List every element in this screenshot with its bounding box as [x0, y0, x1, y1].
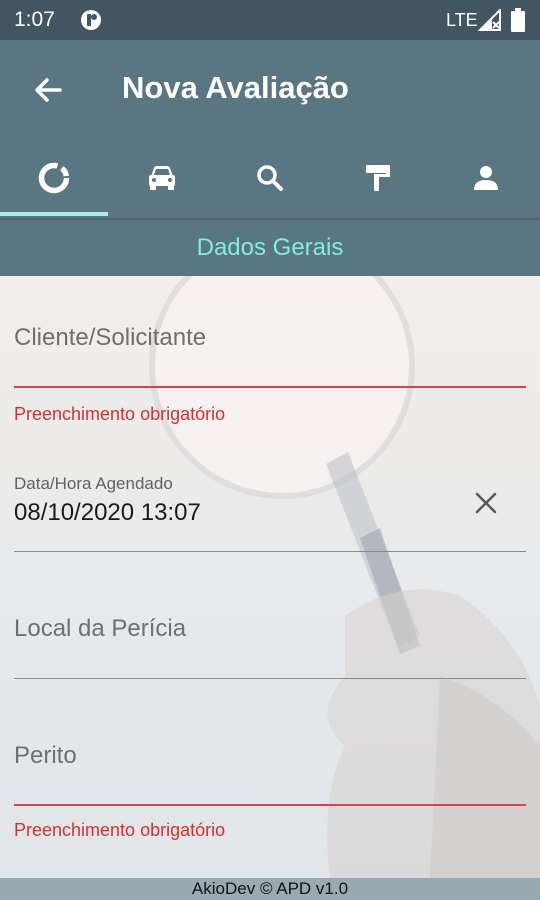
battery-icon: [511, 8, 525, 32]
back-button[interactable]: [26, 68, 70, 112]
signal-icon: [478, 9, 501, 31]
tab-busca[interactable]: [216, 140, 324, 216]
data-hora-value: 08/10/2020 13:07: [14, 499, 201, 526]
data-hora-field[interactable]: Data/Hora Agendado 08/10/2020 13:07: [14, 474, 526, 527]
cliente-underline: [14, 386, 526, 388]
cliente-placeholder: Cliente/Solicitante: [14, 324, 207, 351]
status-time: 1:07: [14, 8, 55, 31]
app-notification-icon: [81, 10, 101, 30]
section-title: Dados Gerais: [196, 234, 344, 261]
donut-progress-icon: [38, 162, 70, 194]
perito-underline: [14, 804, 526, 806]
data-hora-label: Data/Hora Agendado: [14, 474, 173, 493]
tab-pintura[interactable]: [324, 140, 432, 216]
perito-error: Preenchimento obrigatório: [14, 820, 226, 840]
network-type: LTE: [446, 10, 478, 30]
local-field[interactable]: Local da Perícia: [14, 615, 526, 643]
tab-veiculo[interactable]: [108, 140, 216, 216]
status-bar: 1:07 LTE: [0, 0, 540, 40]
form-area: Cliente/Solicitante Preenchimento obriga…: [0, 276, 540, 878]
paint-roller-icon: [366, 165, 390, 191]
footer: AkioDev © APD v1.0: [0, 878, 540, 900]
clear-date-button[interactable]: [470, 487, 502, 519]
tab-perito[interactable]: [432, 140, 540, 216]
cliente-field[interactable]: Cliente/Solicitante: [14, 324, 526, 352]
local-placeholder: Local da Perícia: [14, 615, 187, 642]
person-icon: [474, 166, 498, 190]
perito-field[interactable]: Perito: [14, 742, 526, 770]
arrow-back-icon: [35, 78, 62, 102]
magnifier-background-image: [149, 276, 540, 878]
page-title: Nova Avaliação: [122, 70, 349, 105]
local-underline: [14, 678, 526, 679]
tab-dados-gerais[interactable]: [0, 140, 108, 216]
perito-placeholder: Perito: [14, 742, 77, 769]
close-icon: [475, 492, 497, 514]
data-hora-underline: [14, 551, 526, 552]
car-icon: [149, 166, 175, 190]
search-icon: [257, 165, 283, 191]
cliente-error: Preenchimento obrigatório: [14, 404, 226, 424]
app-bar: Nova Avaliação: [0, 40, 540, 218]
section-header: Dados Gerais: [0, 218, 540, 276]
selected-tab-indicator: [0, 212, 108, 216]
